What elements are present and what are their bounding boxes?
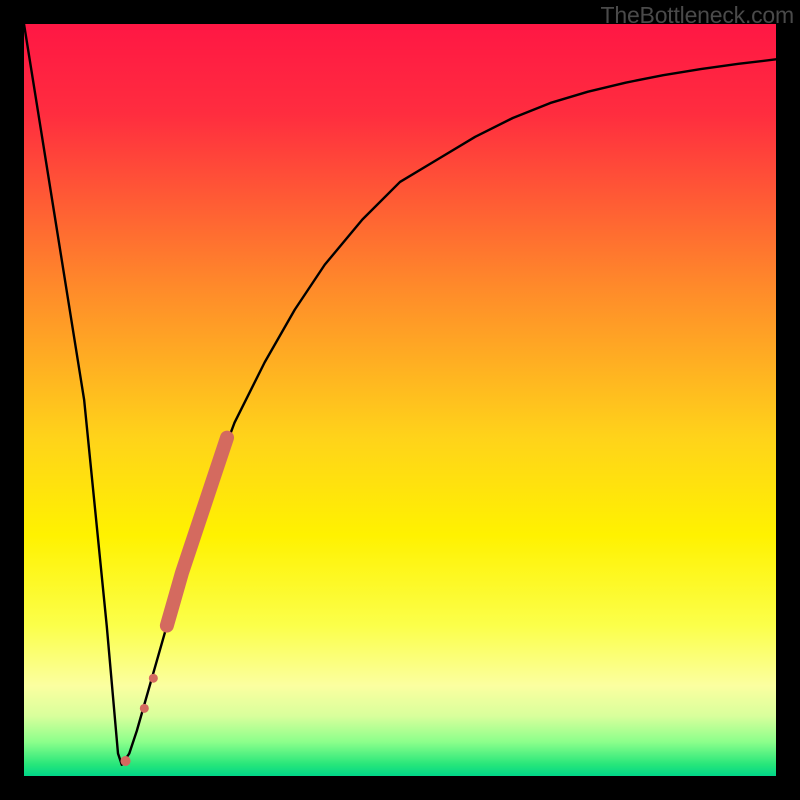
marker-dot [121, 756, 131, 766]
marker-dot [149, 674, 158, 683]
watermark-text: TheBottleneck.com [601, 2, 794, 29]
chart-svg [24, 24, 776, 776]
marker-dot [140, 704, 149, 713]
chart-frame: TheBottleneck.com [0, 0, 800, 800]
plot-area [24, 24, 776, 776]
